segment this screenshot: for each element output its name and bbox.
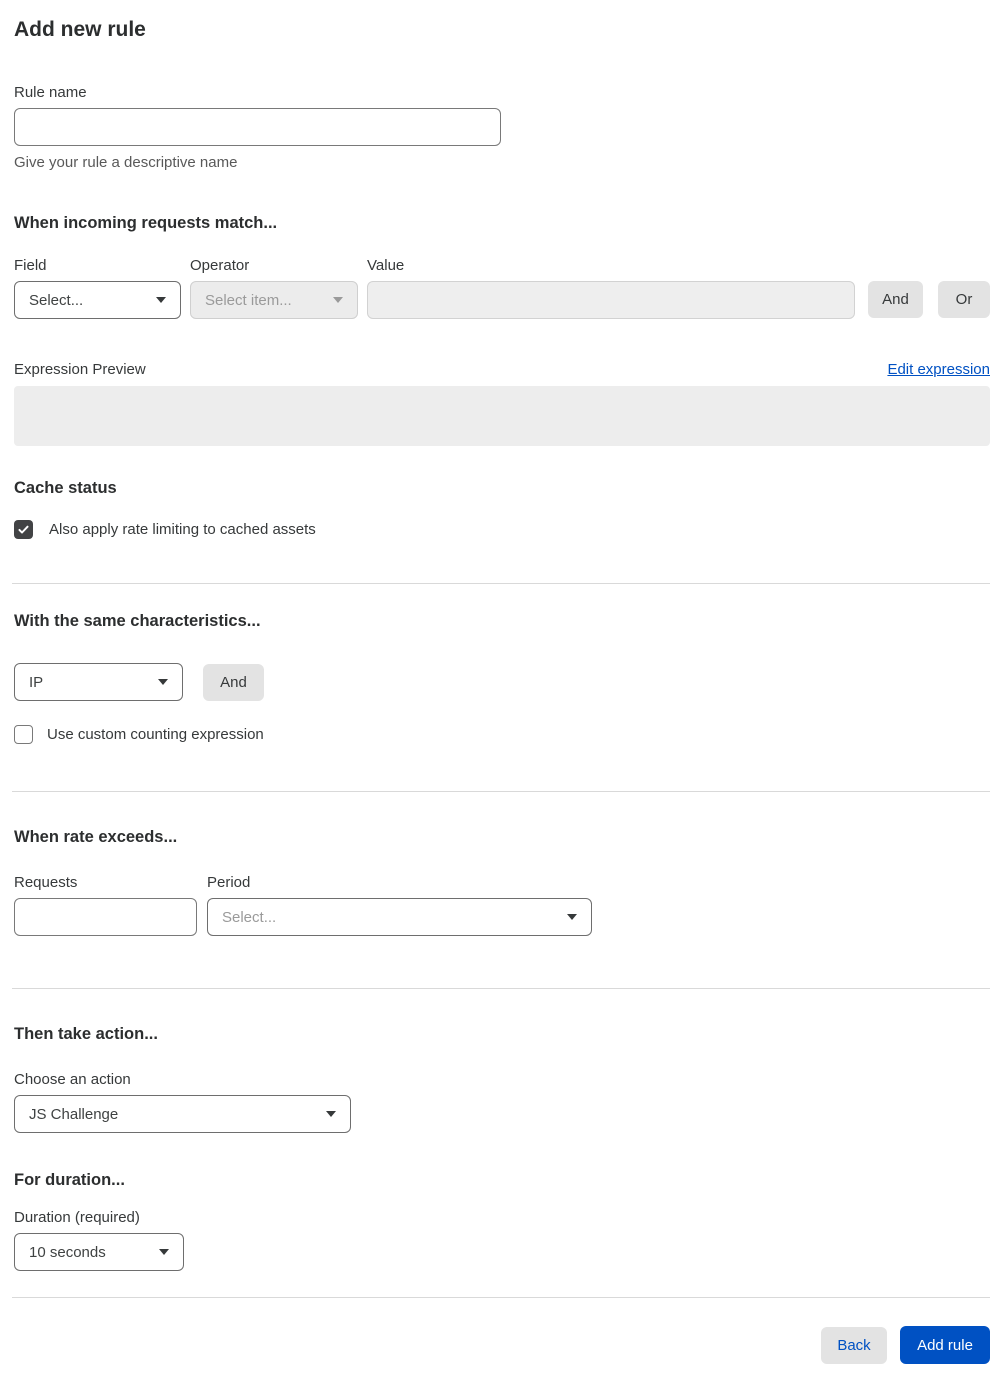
duration-label: Duration (required) [14,1209,140,1226]
match-expression-row: Field Select... Operator Select item... … [14,257,990,319]
period-group: Period Select... [207,874,592,936]
add-rule-form: Add new rule Rule name Give your rule a … [0,0,1002,1388]
characteristics-and-button[interactable]: And [203,663,264,701]
duration-section-heading: For duration... [14,1171,125,1189]
section-divider [12,791,990,792]
value-group: Value [367,257,855,319]
cached-assets-checkbox-row: Also apply rate limiting to cached asset… [14,520,990,539]
cached-assets-checkbox-label: Also apply rate limiting to cached asset… [49,521,316,538]
duration-select-value: 10 seconds [29,1243,106,1261]
field-label: Field [14,257,47,274]
back-button[interactable]: Back [821,1326,887,1364]
characteristic-select[interactable]: IP [14,663,183,701]
chevron-down-icon [333,297,343,303]
rule-name-label: Rule name [14,84,87,101]
or-button[interactable]: Or [938,281,990,318]
rule-name-group: Rule name Give your rule a descriptive n… [14,84,990,171]
field-select[interactable]: Select... [14,281,181,319]
requests-input[interactable] [14,898,197,936]
chevron-down-icon [326,1111,336,1117]
field-select-value: Select... [29,291,84,309]
action-select-value: JS Challenge [29,1105,119,1123]
characteristics-section-heading: With the same characteristics... [14,612,261,630]
cache-section-heading: Cache status [14,479,117,497]
custom-counting-checkbox-row: Use custom counting expression [14,725,990,744]
rule-name-input[interactable] [14,108,501,146]
chevron-down-icon [567,914,577,920]
operator-group: Operator Select item... [190,257,358,319]
period-label: Period [207,874,251,891]
value-label: Value [367,257,405,274]
duration-select[interactable]: 10 seconds [14,1233,184,1271]
action-select[interactable]: JS Challenge [14,1095,351,1133]
cached-assets-checkbox[interactable] [14,520,33,539]
characteristic-select-value: IP [29,673,44,691]
footer-actions: Back Add rule [14,1326,990,1364]
footer-divider [12,1297,990,1298]
edit-expression-link[interactable]: Edit expression [887,361,990,378]
requests-group: Requests [14,874,197,936]
add-rule-button[interactable]: Add rule [900,1326,990,1364]
chevron-down-icon [156,297,166,303]
field-group: Field Select... [14,257,181,319]
match-section-heading: When incoming requests match... [14,214,278,232]
operator-select: Select item... [190,281,358,319]
custom-counting-checkbox-label: Use custom counting expression [47,726,264,743]
chevron-down-icon [158,679,168,685]
value-input [367,281,855,319]
rate-row: Requests Period Select... [14,874,990,936]
period-select[interactable]: Select... [207,898,592,936]
page-title: Add new rule [14,18,146,41]
requests-label: Requests [14,874,78,891]
rule-name-helper: Give your rule a descriptive name [14,154,238,171]
action-section-heading: Then take action... [14,1025,158,1043]
custom-counting-checkbox[interactable] [14,725,33,744]
checkmark-icon [18,525,29,534]
operator-select-value: Select item... [205,291,292,309]
section-divider [12,583,990,584]
period-select-value: Select... [222,908,277,926]
action-label: Choose an action [14,1071,131,1088]
rate-section-heading: When rate exceeds... [14,828,178,846]
chevron-down-icon [159,1249,169,1255]
and-button[interactable]: And [868,281,923,318]
section-divider [12,988,990,989]
expression-preview-header: Expression Preview Edit expression [14,361,990,378]
operator-label: Operator [190,257,250,274]
expression-preview-box [14,386,990,446]
expression-preview-label: Expression Preview [14,361,146,378]
characteristics-row: IP And [14,663,990,701]
